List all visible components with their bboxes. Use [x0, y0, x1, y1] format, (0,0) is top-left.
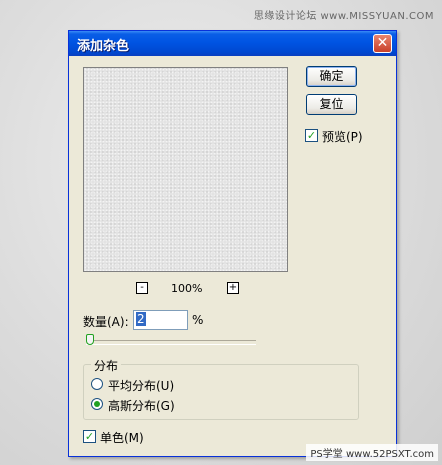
zoom-level: 100% [171, 282, 203, 295]
title-bar[interactable]: 添加杂色 ✕ [69, 31, 396, 56]
amount-value: 2 [136, 312, 146, 326]
add-noise-dialog: 添加杂色 ✕ - 100% + 确定 复位 ✓ 预览(P) 数量(A): 2 %… [68, 30, 397, 457]
distribution-group-title: 分布 [91, 357, 122, 374]
monochrome-checkbox-label[interactable]: 单色(M) [100, 429, 144, 446]
amount-slider-thumb[interactable] [85, 334, 94, 345]
reset-button[interactable]: 复位 [306, 94, 357, 115]
uniform-radio[interactable] [91, 378, 103, 390]
close-button[interactable]: ✕ [373, 34, 392, 53]
check-icon: ✓ [306, 129, 317, 142]
amount-unit: % [192, 313, 204, 327]
check-icon: ✓ [84, 430, 95, 443]
monochrome-checkbox[interactable]: ✓ [83, 430, 96, 443]
amount-input[interactable]: 2 [133, 310, 188, 330]
uniform-radio-label[interactable]: 平均分布(U) [108, 377, 174, 394]
close-icon: ✕ [376, 35, 389, 51]
dialog-title: 添加杂色 [77, 39, 130, 54]
zoom-in-button[interactable]: + [227, 282, 239, 294]
gaussian-radio-label[interactable]: 高斯分布(G) [108, 397, 175, 414]
top-watermark: 思缘设计论坛 www.MISSYUAN.COM [253, 11, 434, 22]
preview-checkbox[interactable]: ✓ [305, 129, 318, 142]
zoom-out-button[interactable]: - [136, 282, 148, 294]
gaussian-radio[interactable] [91, 398, 103, 410]
preview-checkbox-label[interactable]: 预览(P) [322, 128, 363, 145]
preview-image[interactable] [83, 67, 288, 272]
bottom-watermark: PS学堂 www.52PSXT.com [306, 444, 438, 461]
ok-button[interactable]: 确定 [306, 66, 357, 87]
amount-slider-track[interactable] [86, 340, 256, 345]
amount-label: 数量(A): [83, 315, 129, 329]
